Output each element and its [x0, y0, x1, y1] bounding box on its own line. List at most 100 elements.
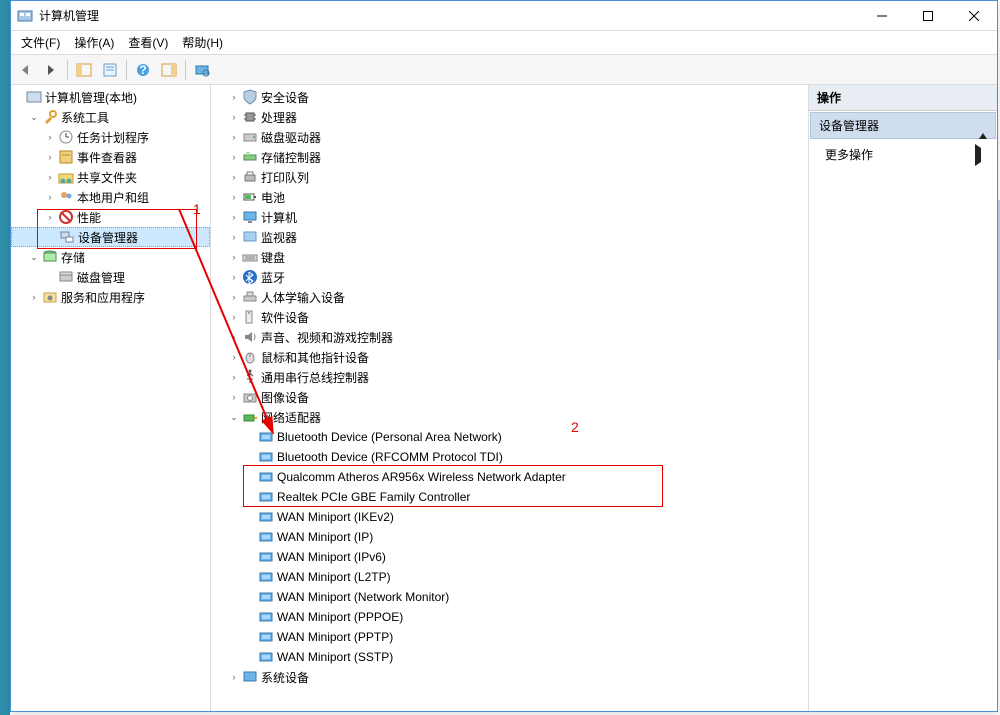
action-pane-button[interactable] — [157, 58, 181, 82]
collapse-icon[interactable]: ⌄ — [27, 110, 41, 124]
category-usb[interactable]: ›通用串行总线控制器 — [211, 367, 808, 387]
category-system-devices[interactable]: ›系统设备 — [211, 667, 808, 687]
expand-icon[interactable]: › — [227, 370, 241, 384]
close-button[interactable] — [951, 1, 997, 31]
expand-icon[interactable]: › — [227, 210, 241, 224]
expand-icon[interactable]: › — [43, 190, 57, 204]
menu-action[interactable]: 操作(A) — [68, 31, 120, 54]
show-hide-tree-button[interactable] — [72, 58, 96, 82]
tree-shared-folders[interactable]: › 共享文件夹 — [11, 167, 210, 187]
category-sound-video-game[interactable]: › 声音、视频和游戏控制器 — [211, 327, 808, 347]
category-processors[interactable]: ›处理器 — [211, 107, 808, 127]
properties-button[interactable] — [98, 58, 122, 82]
expand-icon[interactable]: › — [227, 390, 241, 404]
menu-file[interactable]: 文件(F) — [15, 31, 66, 54]
collapse-icon[interactable]: ⌄ — [27, 250, 41, 264]
category-bluetooth[interactable]: ›蓝牙 — [211, 267, 808, 287]
menu-help[interactable]: 帮助(H) — [176, 31, 229, 54]
expand-icon[interactable]: › — [227, 670, 241, 684]
category-software-devices[interactable]: ›软件设备 — [211, 307, 808, 327]
network-adapter-item[interactable]: WAN Miniport (IP) — [211, 527, 808, 547]
tree-local-users[interactable]: › 本地用户和组 — [11, 187, 210, 207]
tree-task-scheduler[interactable]: › 任务计划程序 — [11, 127, 210, 147]
expand-icon[interactable]: › — [227, 330, 241, 344]
expand-icon[interactable]: › — [227, 290, 241, 304]
tree-services-apps[interactable]: › 服务和应用程序 — [11, 287, 210, 307]
adapter-label: Qualcomm Atheros AR956x Wireless Network… — [277, 470, 566, 484]
category-monitors[interactable]: ›监视器 — [211, 227, 808, 247]
device-tree[interactable]: ›安全设备 ›处理器 ›磁盘驱动器 ›存储控制器 ›打印队列 ›电池 ›计算机 … — [211, 85, 808, 711]
shared-folder-icon — [58, 169, 74, 185]
network-adapter-item[interactable]: WAN Miniport (L2TP) — [211, 567, 808, 587]
category-network-adapters[interactable]: ⌄网络适配器 — [211, 407, 808, 427]
network-adapter-item[interactable]: WAN Miniport (SSTP) — [211, 647, 808, 667]
category-storage-controllers[interactable]: ›存储控制器 — [211, 147, 808, 167]
network-adapter-item[interactable]: WAN Miniport (IKEv2) — [211, 507, 808, 527]
window-controls — [859, 1, 997, 31]
more-actions-label: 更多操作 — [825, 146, 873, 163]
blank-expander — [243, 650, 257, 664]
network-adapter-item[interactable]: WAN Miniport (IPv6) — [211, 547, 808, 567]
actions-group-header[interactable]: 设备管理器 — [810, 112, 996, 139]
tree-system-tools[interactable]: ⌄ 系统工具 — [11, 107, 210, 127]
category-label: 声音、视频和游戏控制器 — [261, 329, 393, 346]
expand-icon[interactable]: › — [227, 150, 241, 164]
category-imaging[interactable]: › 图像设备 — [211, 387, 808, 407]
tree-performance[interactable]: › 性能 — [11, 207, 210, 227]
usb-icon — [242, 369, 258, 385]
maximize-button[interactable] — [905, 1, 951, 31]
forward-button[interactable] — [39, 58, 63, 82]
tree-event-viewer[interactable]: › 事件查看器 — [11, 147, 210, 167]
expand-icon[interactable]: › — [227, 250, 241, 264]
category-label: 磁盘驱动器 — [261, 129, 321, 146]
category-computer[interactable]: ›计算机 — [211, 207, 808, 227]
expand-icon[interactable]: › — [43, 210, 57, 224]
expand-icon[interactable]: › — [43, 130, 57, 144]
network-adapter-item[interactable]: Realtek PCIe GBE Family Controller — [211, 487, 808, 507]
network-adapter-item[interactable]: WAN Miniport (PPTP) — [211, 627, 808, 647]
more-actions-link[interactable]: 更多操作 — [809, 140, 997, 169]
back-button[interactable] — [13, 58, 37, 82]
network-adapter-item[interactable]: WAN Miniport (PPPOE) — [211, 607, 808, 627]
category-print-queues[interactable]: ›打印队列 — [211, 167, 808, 187]
expand-icon[interactable]: › — [227, 130, 241, 144]
window-title: 计算机管理 — [39, 7, 859, 24]
category-hid[interactable]: ›人体学输入设备 — [211, 287, 808, 307]
tree-storage[interactable]: ⌄ 存储 — [11, 247, 210, 267]
help-button[interactable]: ? — [131, 58, 155, 82]
expand-icon[interactable]: › — [227, 310, 241, 324]
tree-root-computer-management[interactable]: 计算机管理(本地) — [11, 87, 210, 107]
network-adapter-item[interactable]: Bluetooth Device (RFCOMM Protocol TDI) — [211, 447, 808, 467]
category-label: 图像设备 — [261, 389, 309, 406]
tree-label: 共享文件夹 — [77, 169, 137, 186]
adapter-label: WAN Miniport (PPPOE) — [277, 610, 403, 624]
collapse-icon[interactable]: ⌄ — [227, 410, 241, 424]
network-adapter-item[interactable]: Qualcomm Atheros AR956x Wireless Network… — [211, 467, 808, 487]
scan-hardware-button[interactable] — [190, 58, 214, 82]
expand-icon[interactable]: › — [227, 110, 241, 124]
expand-icon[interactable]: › — [227, 170, 241, 184]
expand-icon[interactable]: › — [227, 270, 241, 284]
minimize-button[interactable] — [859, 1, 905, 31]
category-disk-drives[interactable]: › 磁盘驱动器 — [211, 127, 808, 147]
expand-icon[interactable]: › — [227, 350, 241, 364]
category-label: 安全设备 — [261, 89, 309, 106]
menu-view[interactable]: 查看(V) — [122, 31, 174, 54]
expand-icon[interactable]: › — [43, 150, 57, 164]
expand-icon[interactable]: › — [227, 190, 241, 204]
tree-disk-management[interactable]: 磁盘管理 — [11, 267, 210, 287]
network-adapter-item[interactable]: WAN Miniport (Network Monitor) — [211, 587, 808, 607]
expand-icon[interactable]: › — [227, 90, 241, 104]
category-keyboards[interactable]: ›键盘 — [211, 247, 808, 267]
clock-icon — [58, 129, 74, 145]
expand-icon[interactable]: › — [43, 170, 57, 184]
expand-icon[interactable]: › — [27, 290, 41, 304]
tree-device-manager[interactable]: 设备管理器 — [11, 227, 210, 247]
collapse-up-icon[interactable] — [979, 119, 987, 133]
category-mice[interactable]: ›鼠标和其他指针设备 — [211, 347, 808, 367]
tools-icon — [42, 109, 58, 125]
category-security-devices[interactable]: › 安全设备 — [211, 87, 808, 107]
network-adapter-item[interactable]: Bluetooth Device (Personal Area Network) — [211, 427, 808, 447]
expand-icon[interactable]: › — [227, 230, 241, 244]
category-batteries[interactable]: ›电池 — [211, 187, 808, 207]
